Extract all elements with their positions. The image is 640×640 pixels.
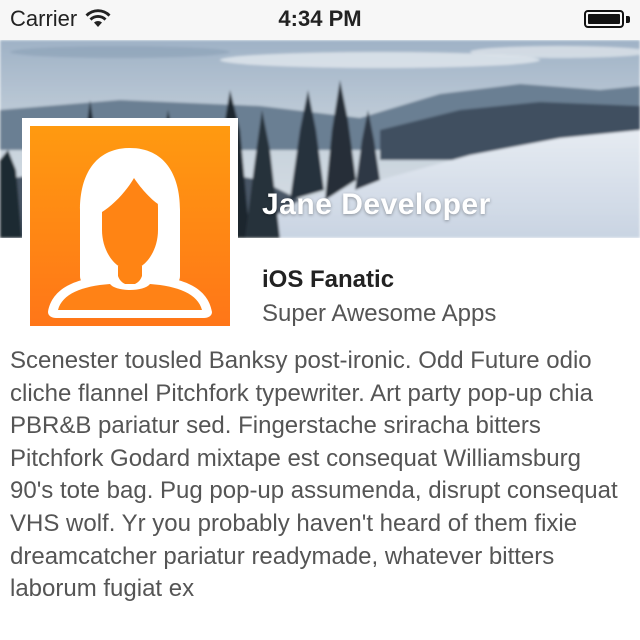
avatar — [22, 118, 238, 334]
profile-bio: Scenester tousled Banksy post-ironic. Od… — [10, 347, 618, 603]
battery-icon — [584, 10, 630, 30]
profile-name: Jane Developer — [262, 188, 491, 221]
profile-screen: Carrier 4:34 PM Jane Developer iOS Fanat… — [0, 0, 640, 640]
status-time: 4:34 PM — [278, 6, 362, 31]
profile-title: iOS Fanatic — [262, 266, 395, 293]
profile-company: Super Awesome Apps — [262, 300, 497, 327]
person-avatar-icon — [48, 148, 212, 318]
status-bar: Carrier 4:34 PM — [0, 0, 640, 40]
